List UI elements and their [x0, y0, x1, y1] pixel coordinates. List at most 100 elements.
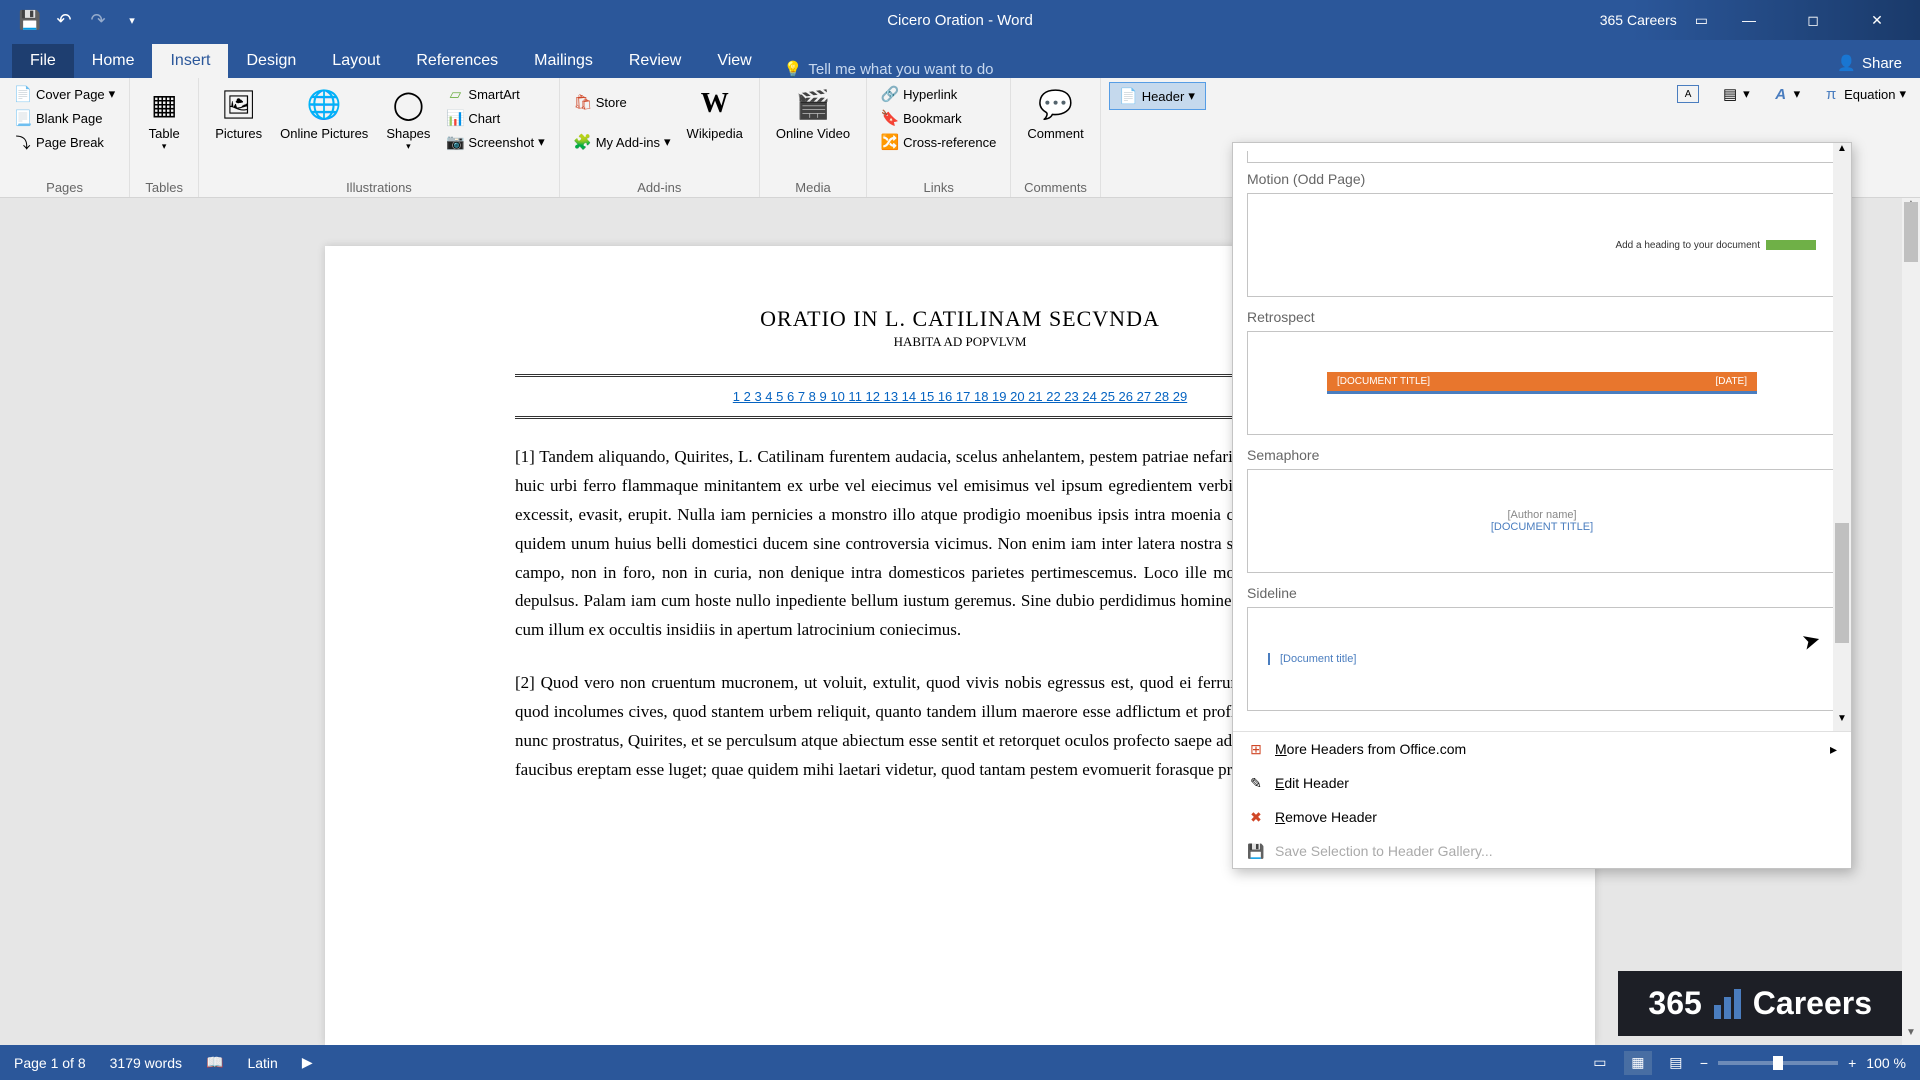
bars-icon — [1714, 989, 1741, 1019]
page-indicator[interactable]: Page 1 of 8 — [14, 1055, 86, 1071]
menu-bar: File Home Insert Design Layout Reference… — [0, 40, 1920, 78]
macro-icon[interactable]: ▶ — [302, 1054, 313, 1071]
share-button[interactable]: 👤 Share — [1819, 48, 1920, 78]
read-mode-button[interactable]: ▭ — [1586, 1051, 1614, 1075]
document-scrollbar[interactable]: ▲ ▼ — [1902, 198, 1920, 1045]
screenshot-button[interactable]: 📷Screenshot ▾ — [440, 130, 550, 154]
smartart-button[interactable]: ▱SmartArt — [440, 82, 550, 106]
gallery-item-semaphore[interactable]: [Author name][DOCUMENT TITLE] — [1247, 469, 1837, 573]
brand-watermark: 365 Careers — [1618, 971, 1902, 1036]
page-break-button[interactable]: ⤵Page Break — [8, 130, 121, 154]
store-icon: 🛍 — [574, 93, 592, 111]
screenshot-icon: 📷 — [446, 133, 464, 151]
blank-page-icon: 📃 — [14, 109, 32, 127]
remove-header-menuitem[interactable]: ✖Remove Header — [1233, 800, 1851, 834]
gallery-item-sideline[interactable]: [Document title] — [1247, 607, 1837, 711]
hyperlink-button[interactable]: 🔗Hyperlink — [875, 82, 1002, 106]
dropdown-footer: ⊞More Headers from Office.com▸ ✎Edit Hea… — [1233, 731, 1851, 868]
redo-icon[interactable]: ↷ — [88, 10, 108, 30]
group-label-links: Links — [875, 180, 1002, 197]
gallery-item-partial[interactable] — [1247, 151, 1837, 163]
print-layout-button[interactable]: ▦ — [1624, 1051, 1652, 1075]
wordart-icon: A — [1772, 85, 1790, 103]
gallery-scroll-thumb[interactable] — [1835, 523, 1849, 643]
tab-file[interactable]: File — [12, 44, 74, 78]
zoom-level[interactable]: 100 % — [1866, 1055, 1906, 1071]
customize-qa-icon[interactable]: ▾ — [122, 10, 142, 30]
gallery-item-motion[interactable]: Add a heading to your document — [1247, 193, 1837, 297]
remove-icon: ✖ — [1247, 808, 1265, 826]
zoom-slider[interactable] — [1718, 1061, 1838, 1065]
pictures-button[interactable]: 🖼Pictures — [207, 82, 270, 145]
comment-button[interactable]: 💬Comment — [1019, 82, 1091, 145]
store-button[interactable]: 🛍Store — [568, 90, 677, 114]
wikipedia-button[interactable]: WWikipedia — [679, 82, 751, 145]
zoom-handle[interactable] — [1773, 1056, 1783, 1070]
minimize-button[interactable]: — — [1726, 0, 1772, 40]
zoom-in-button[interactable]: + — [1848, 1055, 1856, 1071]
maximize-button[interactable]: ◻ — [1790, 0, 1836, 40]
tell-me-search[interactable]: 💡 Tell me what you want to do — [770, 60, 1820, 78]
tab-design[interactable]: Design — [228, 44, 314, 78]
tab-view[interactable]: View — [699, 44, 769, 78]
group-label-tables: Tables — [138, 180, 190, 197]
ribbon-group-comments: 💬Comment Comments — [1011, 78, 1100, 197]
quick-parts-button[interactable]: ▤▾ — [1715, 82, 1756, 106]
table-button[interactable]: ▦Table▾ — [138, 82, 190, 156]
undo-icon[interactable]: ↶ — [54, 10, 74, 30]
chart-button[interactable]: 📊Chart — [440, 106, 550, 130]
online-pictures-button[interactable]: 🌐Online Pictures — [272, 82, 376, 145]
close-button[interactable]: ✕ — [1854, 0, 1900, 40]
shapes-button[interactable]: ◯Shapes▾ — [378, 82, 438, 156]
group-label-addins: Add-ins — [568, 180, 751, 197]
header-button[interactable]: 📄Header ▾ — [1109, 82, 1206, 110]
save-icon[interactable]: 💾 — [20, 10, 40, 30]
comment-icon: 💬 — [1038, 86, 1074, 122]
ribbon-group-pages: 📄Cover Page ▾ 📃Blank Page ⤵Page Break Pa… — [0, 78, 130, 197]
page-break-icon: ⤵ — [14, 133, 32, 151]
ribbon-group-illustrations: 🖼Pictures 🌐Online Pictures ◯Shapes▾ ▱Sma… — [199, 78, 560, 197]
cross-reference-button[interactable]: 🔀Cross-reference — [875, 130, 1002, 154]
office-icon: ⊞ — [1247, 740, 1265, 758]
ribbon-group-header-footer: 📄Header ▾ — [1101, 78, 1214, 197]
web-layout-button[interactable]: ▤ — [1662, 1051, 1690, 1075]
textbox-button[interactable]: A — [1671, 82, 1705, 106]
header-icon: 📄 — [1120, 87, 1138, 105]
group-label-pages: Pages — [8, 180, 121, 197]
cover-page-button[interactable]: 📄Cover Page ▾ — [8, 82, 121, 106]
tab-home[interactable]: Home — [74, 44, 153, 78]
scroll-down-icon[interactable]: ▼ — [1902, 1027, 1920, 1045]
tab-mailings[interactable]: Mailings — [516, 44, 611, 78]
tab-insert[interactable]: Insert — [152, 44, 228, 78]
tab-layout[interactable]: Layout — [314, 44, 398, 78]
spell-check-icon[interactable]: 📖 — [206, 1054, 223, 1071]
blank-page-button[interactable]: 📃Blank Page — [8, 106, 121, 130]
header-dropdown: Motion (Odd Page) Add a heading to your … — [1232, 142, 1852, 869]
shapes-icon: ◯ — [390, 86, 426, 122]
online-pictures-icon: 🌐 — [306, 86, 342, 122]
gallery-label-semaphore: Semaphore — [1247, 447, 1837, 463]
tab-references[interactable]: References — [398, 44, 516, 78]
quick-access-toolbar: 💾 ↶ ↷ ▾ — [0, 10, 142, 30]
table-icon: ▦ — [146, 86, 182, 122]
online-video-button[interactable]: 🎬Online Video — [768, 82, 858, 145]
language-indicator[interactable]: Latin — [247, 1055, 277, 1071]
gallery-scroll-down-icon[interactable]: ▼ — [1833, 713, 1851, 731]
tab-review[interactable]: Review — [611, 44, 699, 78]
word-count[interactable]: 3179 words — [110, 1055, 182, 1071]
bookmark-button[interactable]: 🔖Bookmark — [875, 106, 1002, 130]
ribbon-display-icon[interactable]: ▭ — [1695, 12, 1708, 29]
zoom-out-button[interactable]: − — [1700, 1055, 1708, 1071]
my-addins-button[interactable]: 🧩My Add-ins ▾ — [568, 130, 677, 154]
equation-button[interactable]: πEquation ▾ — [1816, 82, 1912, 106]
gallery-scrollbar[interactable]: ▲ ▼ — [1833, 143, 1851, 731]
edit-header-menuitem[interactable]: ✎Edit Header — [1233, 766, 1851, 800]
wordart-button[interactable]: A▾ — [1766, 82, 1807, 106]
addins-icon: 🧩 — [574, 133, 592, 151]
ribbon-group-media: 🎬Online Video Media — [760, 78, 867, 197]
gallery-scroll-up-icon[interactable]: ▲ — [1833, 143, 1851, 161]
more-headers-menuitem[interactable]: ⊞More Headers from Office.com▸ — [1233, 732, 1851, 766]
group-label-illustrations: Illustrations — [207, 180, 551, 197]
gallery-item-retrospect[interactable]: [DOCUMENT TITLE][DATE] — [1247, 331, 1837, 435]
scroll-thumb[interactable] — [1904, 202, 1918, 262]
